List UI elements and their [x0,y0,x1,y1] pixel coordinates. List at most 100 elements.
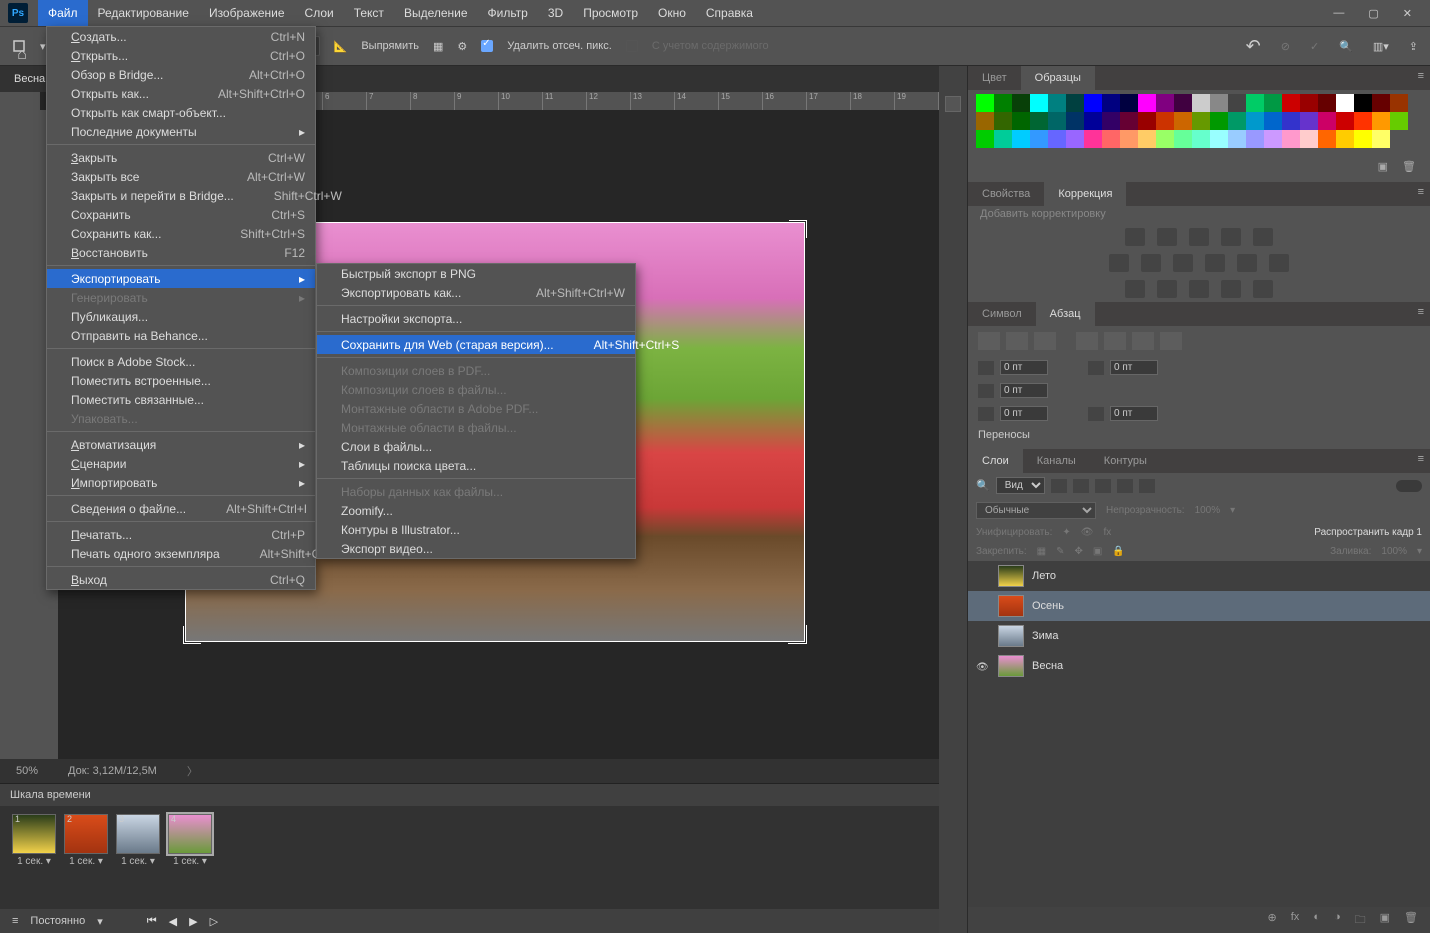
visibility-icon[interactable] [976,571,990,581]
swatch[interactable] [1084,94,1102,112]
space-before-field[interactable] [1000,406,1048,421]
commit-icon[interactable]: ✓ [1310,40,1319,53]
zoom-level[interactable]: 50% [16,765,38,777]
swatch[interactable] [1174,130,1192,148]
timeline-options-icon[interactable]: ≡ [12,915,18,927]
filter-adj-icon[interactable] [1073,479,1089,493]
timeline-frame[interactable]: 31 сек. ▾ [116,814,160,867]
menu-Редактирование[interactable]: Редактирование [88,0,199,26]
swatch[interactable] [1210,130,1228,148]
link-layers-icon[interactable]: ⊕ [1268,911,1277,929]
swatch[interactable] [1030,94,1048,112]
tab-layers[interactable]: Слои [968,449,1023,473]
swatch[interactable] [1354,112,1372,130]
panel-menu-icon[interactable]: ≡ [1418,306,1424,318]
swatch[interactable] [994,130,1012,148]
swatch[interactable] [1048,130,1066,148]
space-after-field[interactable] [1110,406,1158,421]
unify-style-icon[interactable]: fx [1103,527,1111,538]
tab-properties[interactable]: Свойства [968,182,1044,206]
swatch[interactable] [1066,130,1084,148]
layer-group-icon[interactable]: 🗀 [1355,911,1366,929]
swatch[interactable] [1264,94,1282,112]
menu-Окно[interactable]: Окно [648,0,696,26]
undo-icon[interactable]: ↶ [1246,36,1261,57]
play-icon[interactable]: ▶ [189,915,197,928]
swatch[interactable] [1336,130,1354,148]
layer-filter-select[interactable]: Вид [996,477,1045,494]
window-minimize[interactable]: — [1333,7,1344,20]
menu-Фильтр[interactable]: Фильтр [478,0,538,26]
align-center-icon[interactable] [1006,332,1028,350]
swatch[interactable] [1264,112,1282,130]
tab-paths[interactable]: Контуры [1090,449,1161,473]
swatch[interactable] [1228,94,1246,112]
lock-all-icon[interactable]: 🔒 [1112,546,1124,557]
justify-center-icon[interactable] [1104,332,1126,350]
next-frame-icon[interactable]: ▷ [210,915,218,928]
swatch[interactable] [1084,112,1102,130]
menu-3D[interactable]: 3D [538,0,573,26]
swatch[interactable] [1156,130,1174,148]
straighten-button[interactable]: Выпрямить [361,40,419,52]
menu-item[interactable]: Импортировать▸ [47,473,315,492]
menu-Выделение[interactable]: Выделение [394,0,478,26]
swatch[interactable] [1192,130,1210,148]
menu-item[interactable]: Контуры в Illustrator... [317,520,635,539]
swatch[interactable] [1210,94,1228,112]
adj-levels-icon[interactable] [1157,228,1177,246]
adj-poster-icon[interactable] [1157,280,1177,298]
swatch[interactable] [1012,112,1030,130]
status-arrow-icon[interactable]: 〉 [187,763,198,779]
swatch[interactable] [1354,130,1372,148]
swatch[interactable] [1120,130,1138,148]
swatch[interactable] [1246,130,1264,148]
menu-item[interactable]: Zoomify... [317,501,635,520]
window-close[interactable]: ✕ [1403,7,1412,20]
lock-paint-icon[interactable]: ✎ [1056,546,1064,557]
swatch[interactable] [1318,130,1336,148]
adj-mixer-icon[interactable] [1237,254,1257,272]
swatch[interactable] [1030,112,1048,130]
swatch[interactable] [1372,94,1390,112]
swatch[interactable] [1300,94,1318,112]
menu-item[interactable]: Сведения о файле...Alt+Shift+Ctrl+I [47,499,315,518]
swatch[interactable] [1156,112,1174,130]
indent-right-field[interactable] [1110,360,1158,375]
align-right-icon[interactable] [1034,332,1056,350]
swatch[interactable] [1012,94,1030,112]
swatch[interactable] [1354,94,1372,112]
adj-hue-icon[interactable] [1109,254,1129,272]
swatch[interactable] [1066,112,1084,130]
tab-channels[interactable]: Каналы [1023,449,1090,473]
history-dock-icon[interactable] [945,96,961,112]
swatch[interactable] [1228,130,1246,148]
swatch[interactable] [1192,112,1210,130]
menu-Файл[interactable]: Файл [38,0,88,26]
indent-left-field[interactable] [1000,360,1048,375]
adj-exposure-icon[interactable] [1221,228,1241,246]
content-aware-checkbox[interactable] [626,40,638,52]
layer-row[interactable]: Весна [968,651,1430,681]
menu-item[interactable]: Поместить связанные... [47,390,315,409]
swatch[interactable] [1192,94,1210,112]
swatch[interactable] [1138,130,1156,148]
menu-item[interactable]: Обзор в Bridge...Alt+Ctrl+O [47,65,315,84]
menu-item[interactable]: Закрыть всеAlt+Ctrl+W [47,167,315,186]
lock-artboard-icon[interactable]: ▣ [1093,546,1102,557]
swatch[interactable] [976,112,994,130]
swatch[interactable] [1300,112,1318,130]
unify-visibility-icon[interactable]: 👁 [1081,527,1094,538]
menu-item[interactable]: Настройки экспорта... [317,309,635,328]
swatch[interactable] [1102,130,1120,148]
swatch[interactable] [1300,130,1318,148]
align-left-icon[interactable] [978,332,1000,350]
swatch[interactable] [1120,94,1138,112]
swatch[interactable] [1048,94,1066,112]
swatch[interactable] [1390,112,1408,130]
indent-first-field[interactable] [1000,383,1048,398]
new-layer-icon[interactable]: ▣ [1380,911,1390,929]
swatch[interactable] [994,112,1012,130]
layer-mask-icon[interactable]: ◐ [1313,911,1320,929]
menu-Справка[interactable]: Справка [696,0,763,26]
